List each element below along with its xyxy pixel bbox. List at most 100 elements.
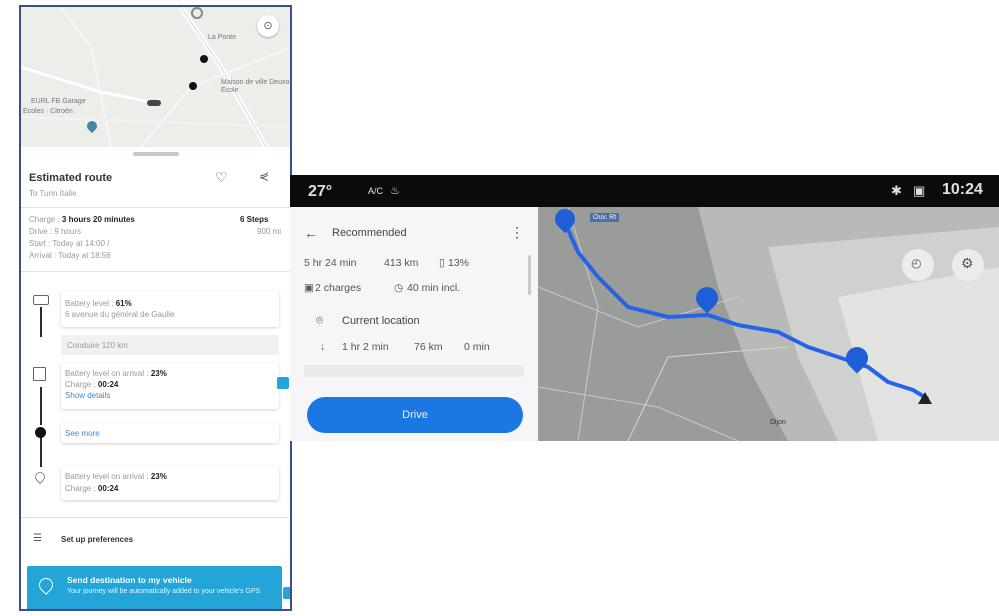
- route-title: Estimated route: [29, 172, 113, 184]
- charges-count: 2 charges: [315, 282, 362, 294]
- start-battery: Battery level : 61%: [65, 299, 132, 308]
- charging-stop-pin[interactable]: [691, 282, 723, 317]
- destination-marker: [918, 392, 932, 404]
- ac-label[interactable]: A/C: [368, 186, 383, 196]
- battery-icon: ▯: [439, 257, 445, 269]
- start-battery-label: Battery level :: [65, 299, 114, 308]
- start-battery-value: 61%: [115, 299, 132, 308]
- charge-stop-battery-value: 23%: [150, 369, 167, 378]
- down-arrow-icon: ↓: [320, 341, 326, 353]
- charge-stop-duration: Charge : 00:24: [65, 380, 118, 389]
- car-map-terrain: [538, 207, 999, 441]
- leg-distance: 76 km: [414, 341, 443, 353]
- phone-map-roads: [21, 7, 290, 147]
- timeline-line: [40, 387, 42, 425]
- leg-wait: 0 min: [464, 341, 490, 353]
- route-dot: [189, 82, 197, 90]
- charging-stop-pin[interactable]: [841, 342, 873, 377]
- timeline-dot: [35, 427, 46, 438]
- map-label: Ouv. Rt: [590, 213, 620, 222]
- back-arrow-icon[interactable]: ←: [304, 225, 318, 241]
- phone-map[interactable]: ⊙ La Ponte Maison de ville Deuxo Ecole E…: [21, 7, 290, 147]
- phone-screen: ⊙ La Ponte Maison de ville Deuxo Ecole E…: [19, 5, 292, 611]
- side-tab[interactable]: [283, 587, 290, 599]
- drive-segment-label: Conduire 120 km: [67, 341, 128, 350]
- steps-count: 6 Steps: [240, 215, 269, 224]
- clock: 10:24: [942, 181, 983, 198]
- end-stop-duration: Charge : 00:24: [65, 484, 118, 493]
- recenter-button[interactable]: ◴: [902, 249, 934, 281]
- map-label: La Ponte: [208, 34, 237, 41]
- end-stop-duration-label: Charge :: [65, 484, 96, 493]
- car-icon: [33, 295, 49, 305]
- temperature: 27°: [308, 183, 333, 200]
- bluetooth-icon: ✱: [891, 183, 902, 198]
- end-stop-battery-value: 23%: [150, 472, 167, 481]
- charging-station-icon: [33, 367, 46, 381]
- preferences-label: Set up preferences: [61, 535, 134, 544]
- send-description: Your journey will be automatically added…: [67, 588, 261, 595]
- location-pin-icon: ⌾: [316, 313, 324, 327]
- current-location: Current location: [342, 315, 420, 327]
- end-stop-battery-label: Battery level on arrival :: [65, 472, 149, 481]
- gear-icon: ⚙: [961, 255, 974, 271]
- route-panel: ← Recommended ⋮ 5 hr 24 min 413 km ▯ 13%…: [290, 207, 538, 441]
- charge-stop-card[interactable]: Battery level on arrival : 23% Charge : …: [61, 363, 279, 409]
- scrollbar[interactable]: [528, 255, 531, 295]
- map-label: Maison de ville Deuxo Ecole: [221, 79, 290, 94]
- see-more-card[interactable]: See more: [61, 423, 279, 443]
- start-flag-pin[interactable]: [550, 207, 580, 239]
- arrival-battery: 13%: [448, 257, 470, 269]
- favorite-icon[interactable]: ♡: [215, 169, 228, 186]
- charge-stop-battery: Battery level on arrival : 23%: [65, 369, 167, 378]
- charge-stop-battery-label: Battery level on arrival :: [65, 369, 149, 378]
- see-more-link[interactable]: See more: [65, 429, 100, 438]
- map-pin-icon: [191, 7, 203, 19]
- charger-icon: ▣: [304, 282, 314, 294]
- end-stop-battery: Battery level on arrival : 23%: [65, 472, 167, 481]
- charge-value: 3 hours 20 minutes: [61, 215, 135, 224]
- drive-segment: Conduire 120 km: [61, 335, 279, 355]
- compass-button[interactable]: ⊙: [257, 15, 279, 37]
- steps-distance: 900 mi: [257, 227, 282, 236]
- settings-button[interactable]: ⚙: [952, 249, 984, 281]
- charge-time-total: 40 min incl.: [407, 282, 461, 294]
- side-tab[interactable]: [277, 377, 289, 389]
- map-label: Dijon: [770, 419, 786, 426]
- route-duration: 5 hr 24 min: [304, 257, 357, 269]
- leg-time: 1 hr 2 min: [342, 341, 389, 353]
- end-stop-duration-value: 00:24: [97, 484, 119, 493]
- route-sheet: Estimated route To Turin Italie ♡ ⋞ Char…: [21, 147, 290, 609]
- preferences-row[interactable]: ☰ Set up preferences: [21, 523, 290, 557]
- start-address: 6 avenue du général de Gaulle: [65, 310, 175, 319]
- route-distance: 413 km: [384, 257, 419, 269]
- charge-label: Charge :: [29, 215, 60, 224]
- show-details-link[interactable]: Show details: [65, 391, 110, 400]
- car-map[interactable]: Ouv. Rt Dijon ◴ ⚙: [538, 207, 999, 441]
- route-dot: [200, 55, 208, 63]
- seat-heat-icon[interactable]: ♨: [390, 184, 400, 197]
- charge-stop-duration-label: Charge :: [65, 380, 96, 389]
- send-destination-button[interactable]: Send destination to my vehicle Your jour…: [27, 566, 282, 609]
- more-options-icon[interactable]: ⋮: [510, 224, 524, 241]
- car-status-icon: ▣: [913, 183, 926, 198]
- timeline-line: [40, 437, 42, 467]
- clock-icon: ◷: [394, 282, 404, 294]
- end-stop-card: Battery level on arrival : 23% Charge : …: [61, 466, 279, 500]
- charge-time: Charge : 3 hours 20 minutes: [29, 215, 135, 224]
- timeline-line: [40, 307, 42, 337]
- charge-stop-duration-value: 00:24: [97, 380, 119, 389]
- status-bar: 27° A/C ♨ ✱ ▣ 10:24: [290, 175, 999, 207]
- map-label: Ecoles · Citroën: [23, 108, 73, 115]
- list-item-peek: [304, 365, 524, 377]
- car-display: 27° A/C ♨ ✱ ▣ 10:24 Ouv. Rt Dijon ◴ ⚙ ← …: [290, 175, 999, 441]
- divider: [21, 207, 290, 208]
- sliders-icon: ☰: [33, 533, 42, 544]
- destination-pin-icon: [32, 469, 48, 485]
- arrival-time: Arrival : Today at 18:56: [29, 251, 111, 260]
- drive-button[interactable]: Drive: [307, 397, 523, 433]
- sheet-handle[interactable]: [133, 152, 179, 156]
- drive-time: Drive : 9 hours: [29, 227, 82, 236]
- share-icon[interactable]: ⋞: [259, 169, 269, 183]
- route-header: Recommended: [332, 227, 407, 239]
